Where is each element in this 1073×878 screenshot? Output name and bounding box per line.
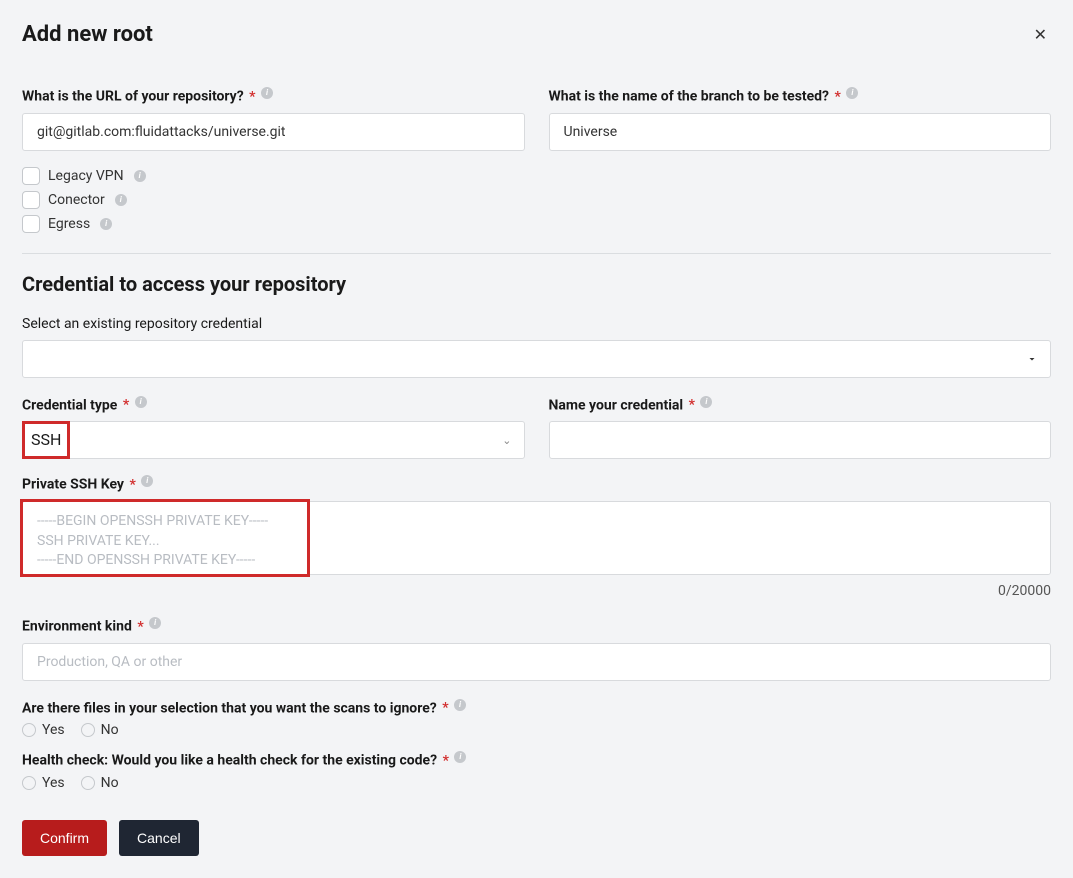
required-mark: * bbox=[443, 753, 449, 769]
legacy-vpn-label: Legacy VPN bbox=[48, 168, 124, 184]
existing-cred-select[interactable] bbox=[22, 340, 1051, 378]
existing-cred-label: Select an existing repository credential bbox=[22, 316, 1051, 332]
repo-url-label: What is the URL of your repository? * i bbox=[22, 87, 525, 105]
info-icon[interactable]: i bbox=[261, 87, 273, 99]
ssh-key-label-text: Private SSH Key bbox=[22, 477, 124, 493]
ignore-yes-radio[interactable] bbox=[22, 723, 36, 737]
cred-name-label: Name your credential * i bbox=[549, 396, 1052, 414]
cred-type-value: SSH bbox=[22, 421, 70, 459]
branch-label-text: What is the name of the branch to be tes… bbox=[549, 89, 830, 105]
required-mark: * bbox=[129, 477, 135, 493]
required-mark: * bbox=[442, 700, 448, 716]
egress-checkbox[interactable] bbox=[22, 215, 40, 233]
required-mark: * bbox=[123, 397, 129, 413]
info-icon[interactable]: i bbox=[454, 751, 466, 763]
ssh-key-textarea[interactable] bbox=[22, 501, 1051, 575]
health-no-radio[interactable] bbox=[81, 776, 95, 790]
env-kind-input[interactable] bbox=[22, 643, 1051, 681]
info-icon[interactable]: i bbox=[700, 396, 712, 408]
health-question: Health check: Would you like a health ch… bbox=[22, 751, 1051, 769]
info-icon[interactable]: i bbox=[846, 87, 858, 99]
health-no-label: No bbox=[101, 775, 119, 791]
cred-type-label: Credential type * i bbox=[22, 396, 525, 414]
env-kind-label-text: Environment kind bbox=[22, 619, 132, 635]
health-yes-radio[interactable] bbox=[22, 776, 36, 790]
char-counter: 0/20000 bbox=[22, 583, 1051, 599]
env-kind-label: Environment kind * i bbox=[22, 617, 1051, 635]
info-icon[interactable]: i bbox=[135, 396, 147, 408]
required-mark: * bbox=[249, 89, 255, 105]
cred-name-label-text: Name your credential bbox=[549, 397, 684, 413]
modal-title: Add new root bbox=[22, 22, 153, 47]
cred-name-input[interactable] bbox=[549, 421, 1052, 459]
info-icon[interactable]: i bbox=[100, 218, 112, 230]
health-question-text: Health check: Would you like a health ch… bbox=[22, 753, 437, 769]
branch-label: What is the name of the branch to be tes… bbox=[549, 87, 1052, 105]
repo-url-label-text: What is the URL of your repository? bbox=[22, 89, 244, 105]
ignore-no-radio[interactable] bbox=[81, 723, 95, 737]
health-yes-label: Yes bbox=[42, 775, 65, 791]
cancel-button[interactable]: Cancel bbox=[119, 820, 199, 856]
required-mark: * bbox=[835, 89, 841, 105]
repo-url-input[interactable] bbox=[22, 113, 525, 151]
divider bbox=[22, 253, 1051, 254]
legacy-vpn-checkbox[interactable] bbox=[22, 167, 40, 185]
required-mark: * bbox=[137, 619, 143, 635]
info-icon[interactable]: i bbox=[115, 194, 127, 206]
conector-label: Conector bbox=[48, 192, 105, 208]
egress-label: Egress bbox=[48, 216, 90, 232]
ignore-question: Are there files in your selection that y… bbox=[22, 699, 1051, 717]
credential-section-title: Credential to access your repository bbox=[22, 272, 1051, 296]
ignore-no-label: No bbox=[101, 722, 119, 738]
cred-type-select[interactable]: SSH ⌄ bbox=[22, 421, 525, 459]
required-mark: * bbox=[689, 397, 695, 413]
info-icon[interactable]: i bbox=[134, 170, 146, 182]
info-icon[interactable]: i bbox=[141, 475, 153, 487]
branch-input[interactable] bbox=[549, 113, 1052, 151]
ignore-question-text: Are there files in your selection that y… bbox=[22, 700, 437, 716]
ignore-yes-label: Yes bbox=[42, 722, 65, 738]
info-icon[interactable]: i bbox=[454, 699, 466, 711]
confirm-button[interactable]: Confirm bbox=[22, 820, 107, 856]
cred-type-label-text: Credential type bbox=[22, 397, 117, 413]
chevron-down-icon: ⌄ bbox=[502, 434, 511, 447]
conector-checkbox[interactable] bbox=[22, 191, 40, 209]
ssh-key-label: Private SSH Key * i bbox=[22, 475, 1051, 493]
info-icon[interactable]: i bbox=[149, 617, 161, 629]
close-icon[interactable]: ✕ bbox=[1030, 25, 1051, 44]
